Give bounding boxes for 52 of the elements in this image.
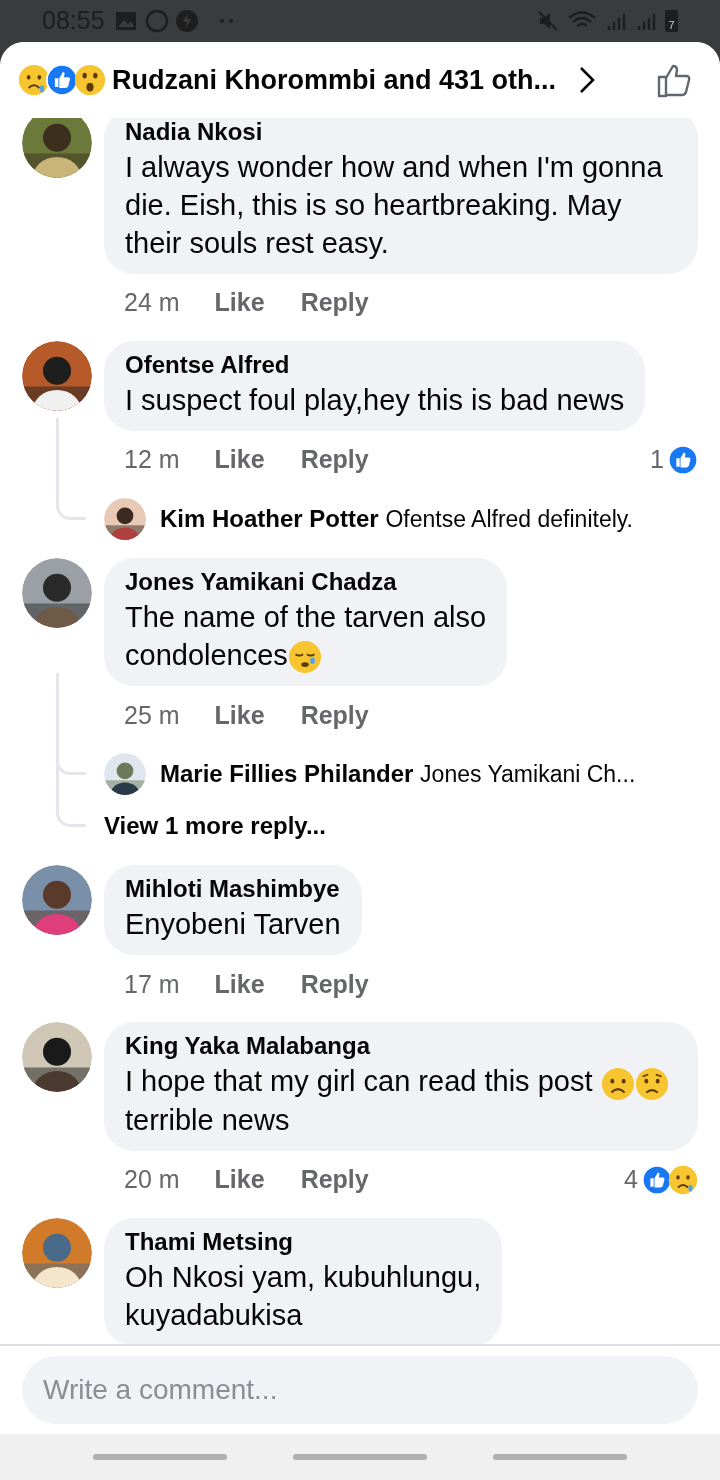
comment-text: Oh Nkosi yam, kubuhlungu, kuyadabukisa <box>125 1259 482 1333</box>
nav-handle[interactable] <box>293 1454 427 1460</box>
comment-text: The name of the tarven also condolences <box>125 598 487 675</box>
like-link[interactable]: Like <box>214 1160 265 1199</box>
comment-text: I suspect foul play,hey this is bad news <box>125 383 625 418</box>
nav-handle[interactable] <box>493 1454 627 1460</box>
reply-text: Marie Fillies Philander Jones Yamikani Ch... <box>160 759 636 790</box>
reply-link[interactable]: Reply <box>300 696 369 735</box>
commenter-name[interactable]: Jones Yamikani Chadza <box>125 566 487 598</box>
like-link[interactable]: Like <box>214 441 265 479</box>
reply-link[interactable]: Reply <box>300 1160 369 1199</box>
mute-icon <box>537 10 559 32</box>
crying-face-icon <box>668 1164 698 1195</box>
image-icon <box>114 11 137 31</box>
view-more-replies-link[interactable]: View 1 more reply... <box>104 808 326 845</box>
reaction-count: 1 <box>650 444 664 476</box>
comment-text: I always wonder how and when I'm gonna die. Eish, this is so heartbreaking. May their souls rest easy. <box>125 150 664 261</box>
reply-link[interactable]: Reply <box>300 441 369 479</box>
frown-face-icon <box>600 1066 635 1101</box>
nav-handle[interactable] <box>93 1454 227 1460</box>
chevron-right-icon[interactable] <box>578 65 597 95</box>
comment-time: 25 m <box>124 699 180 731</box>
commenter-name[interactable]: Nadia Nkosi <box>125 118 677 148</box>
worried-face-icon <box>634 1066 669 1101</box>
sleepy-face-icon <box>287 640 322 675</box>
like-link[interactable]: Like <box>214 965 265 1004</box>
battery-icon: 7 <box>665 10 678 32</box>
comment-time: 20 m <box>124 1163 180 1195</box>
reaction-count: 4 <box>624 1163 638 1195</box>
comment-text: I hope that my girl can read this post terrible news <box>125 1062 677 1139</box>
comment-time: 24 m <box>124 287 180 319</box>
comment-time: 12 m <box>124 444 180 476</box>
commenter-name[interactable]: Mihloti Mashimbye <box>125 873 341 906</box>
commenter-name[interactable]: King Yaka Malabanga <box>125 1030 677 1063</box>
comment-input-field[interactable]: Write a comment... <box>22 1356 698 1424</box>
reply-link[interactable]: Reply <box>300 965 369 1004</box>
comment-time: 17 m <box>124 968 180 1000</box>
commenter-name[interactable]: Thami Metsing <box>125 1225 482 1258</box>
like-link[interactable]: Like <box>214 284 265 322</box>
crying-face-icon <box>18 64 50 96</box>
thumbs-up-icon <box>46 64 78 96</box>
comment-text: Enyobeni Tarven <box>125 907 341 943</box>
reply-link[interactable]: Reply <box>300 284 369 322</box>
like-link[interactable]: Like <box>214 696 265 735</box>
thumbs-up-icon <box>642 1164 672 1195</box>
commenter-name[interactable]: Ofentse Alfred <box>125 349 625 381</box>
reply-text: Kim Hoather Potter Ofentse Alfred definitely. <box>160 504 633 534</box>
thumbs-up-icon <box>668 445 698 475</box>
reactions-summary[interactable]: Rudzani Khorommbi and 431 oth... <box>112 59 557 101</box>
lightning-icon <box>174 9 199 33</box>
more-icon <box>218 18 235 24</box>
surprised-face-icon <box>74 64 106 96</box>
